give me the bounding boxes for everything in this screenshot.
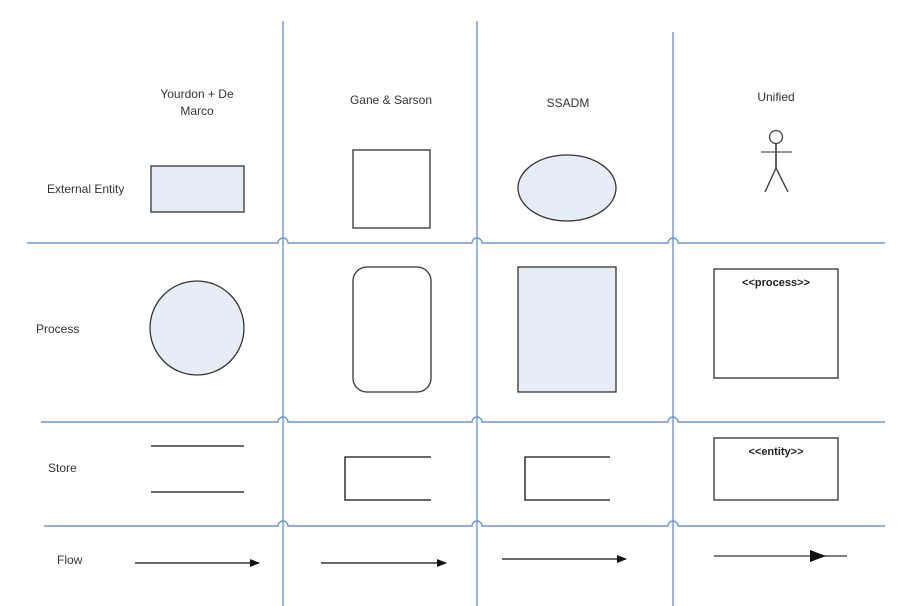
row-external-entity (150, 129, 792, 229)
unified-process-stereotype-box: <<process>> (713, 268, 839, 379)
unified-process-stereotype-label: <<process>> (742, 277, 810, 289)
unified-actor-stick-figure-icon (761, 129, 792, 193)
gane-sarson-external-entity-square (352, 149, 431, 229)
row-label-process: Process (36, 322, 79, 336)
row-process: <<process>> (149, 266, 839, 393)
unified-entity-stereotype-box: <<entity>> (713, 437, 839, 501)
row-label-external-entity: External Entity (47, 182, 124, 196)
dfd-notation-diagram: Yourdon + De Marco Gane & Sarson SSADM U… (27, 21, 885, 606)
column-header-ssadm: SSADM (547, 96, 590, 110)
row-flow (135, 550, 847, 567)
ssadm-store-open-rectangle (524, 456, 610, 501)
column-header-gane-sarson: Gane & Sarson (350, 93, 432, 107)
yourdon-store-parallel-lines (151, 445, 244, 493)
yourdon-process-circle (149, 280, 245, 376)
unified-flow-mid-arrow-line (714, 550, 847, 562)
gane-sarson-store-open-rectangle (344, 456, 431, 501)
column-header-unified: Unified (757, 90, 794, 104)
unified-entity-stereotype-label: <<entity>> (748, 446, 803, 458)
ssadm-external-entity-ellipse (517, 154, 617, 222)
row-store: <<entity>> (151, 437, 839, 501)
ssadm-process-rectangle (517, 266, 617, 393)
yourdon-external-entity-rectangle (150, 165, 245, 213)
column-header-yourdon-line-2: Marco (180, 104, 214, 118)
grid-horizontal-line-3 (44, 520, 885, 527)
row-label-store: Store (48, 461, 77, 475)
row-labels: External Entity Process Store Flow (36, 182, 124, 567)
gane-sarson-process-rounded-rectangle (352, 266, 432, 393)
grid-horizontal-line-1 (27, 237, 885, 244)
column-header-yourdon-line-1: Yourdon + De (160, 87, 234, 101)
grid-horizontal-line-2 (41, 416, 885, 423)
row-label-flow: Flow (57, 553, 83, 567)
